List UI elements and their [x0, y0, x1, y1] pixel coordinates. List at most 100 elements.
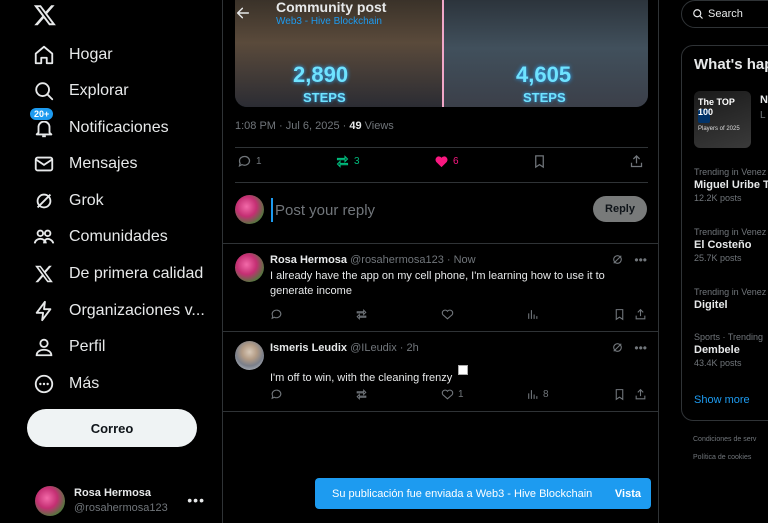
- divider: [223, 411, 659, 412]
- repost-icon: [356, 308, 367, 321]
- avatar[interactable]: [235, 341, 264, 370]
- left-navigation: Hogar Explorar 20+ Notificaciones Mensaj…: [0, 0, 222, 523]
- trend-item[interactable]: Trending in Venez Miguel Uribe T 12.2K p…: [694, 167, 768, 203]
- more-horizontal-icon[interactable]: •••: [634, 341, 647, 355]
- views-action[interactable]: 8: [526, 388, 549, 401]
- reply-author-name[interactable]: Rosa Hermosa: [270, 254, 347, 266]
- repost-action[interactable]: [355, 308, 368, 321]
- share-icon: [635, 308, 646, 320]
- repost-action[interactable]: [355, 388, 368, 401]
- nav-item-grok[interactable]: Grok: [33, 183, 104, 219]
- share-action[interactable]: [629, 154, 644, 169]
- account-switcher[interactable]: Rosa Hermosa @rosahermosa123 •••: [35, 484, 215, 518]
- bookmark-icon: [615, 309, 624, 321]
- nav-label: Hogar: [69, 46, 113, 63]
- like-action[interactable]: 1: [441, 388, 464, 401]
- footer-terms-link[interactable]: Condiciones de serv: [693, 436, 756, 443]
- nav-item-messages[interactable]: Mensajes: [33, 146, 137, 182]
- nav-item-profile[interactable]: Perfil: [33, 329, 105, 365]
- trends-title: What's hap: [694, 56, 768, 73]
- trend-item[interactable]: Trending in Venez Digitel: [694, 287, 768, 313]
- trend-count: 43.4K posts: [694, 358, 742, 368]
- like-count: 1: [458, 389, 464, 400]
- post-button[interactable]: Correo: [27, 409, 197, 447]
- share-action[interactable]: [634, 388, 647, 401]
- like-action[interactable]: [441, 308, 454, 321]
- trend-name: Miguel Uribe T: [694, 179, 768, 191]
- reply-item[interactable]: Rosa Hermosa @rosahermosa123 · Now ••• I…: [223, 244, 659, 331]
- promo-line: L: [760, 110, 766, 121]
- nav-item-premium[interactable]: De primera calidad: [33, 256, 203, 292]
- account-handle: @rosahermosa123: [74, 502, 168, 514]
- heart-icon: [441, 309, 454, 320]
- avatar[interactable]: [235, 253, 264, 282]
- reply-input[interactable]: [271, 198, 571, 222]
- trend-context: Trending in Venez: [694, 287, 767, 297]
- reply-button[interactable]: Reply: [593, 196, 647, 222]
- trend-name: El Costeño: [694, 239, 752, 251]
- account-name: Rosa Hermosa: [74, 487, 152, 499]
- trend-count: 12.2K posts: [694, 193, 742, 203]
- right-steps-value: 4,605: [516, 62, 572, 87]
- like-action[interactable]: 6: [434, 154, 459, 169]
- communities-icon: [33, 226, 55, 248]
- nav-label: Organizaciones v...: [69, 302, 205, 319]
- trend-item[interactable]: Sports · Trending Dembele 43.4K posts: [694, 332, 768, 368]
- x-logo-icon[interactable]: [33, 3, 57, 27]
- x-premium-icon: [33, 263, 55, 285]
- reply-composer: Reply: [235, 195, 648, 227]
- reply-action[interactable]: [270, 388, 283, 401]
- promo-image[interactable]: The TOP 100 Players of 2025: [694, 91, 751, 148]
- share-action[interactable]: [634, 308, 647, 321]
- top-bar: Community post Web3 - Hive Blockchain: [223, 0, 659, 32]
- post-actions: 1 3 6: [235, 154, 648, 176]
- nav-item-notifications[interactable]: 20+ Notificaciones: [29, 107, 169, 146]
- post-timestamp[interactable]: 1:08 PM · Jul 6, 2025 ·: [235, 120, 346, 132]
- grok-icon: [33, 190, 55, 212]
- share-icon: [630, 154, 643, 168]
- divider: [235, 147, 648, 148]
- search-bar[interactable]: [681, 0, 768, 28]
- views-action[interactable]: [526, 308, 539, 321]
- more-circle-icon: [33, 373, 55, 395]
- nav-item-explore[interactable]: Explorar: [33, 73, 129, 109]
- bookmark-action[interactable]: [613, 388, 626, 401]
- more-horizontal-icon[interactable]: •••: [187, 492, 205, 508]
- reply-item[interactable]: Ismeris Leudix @ILeudix · 2h ••• I'm off…: [223, 332, 659, 412]
- community-link[interactable]: Web3 - Hive Blockchain: [276, 16, 382, 27]
- toast-view-link[interactable]: Vista: [615, 488, 641, 500]
- reply-action[interactable]: [270, 308, 283, 321]
- reply-author-name[interactable]: Ismeris Leudix: [270, 342, 347, 354]
- grok-icon[interactable]: [611, 253, 624, 266]
- bookmark-action[interactable]: [613, 308, 626, 321]
- trend-item[interactable]: Trending in Venez El Costeño 25.7K posts: [694, 227, 768, 263]
- nav-item-communities[interactable]: Comunidades: [33, 219, 168, 255]
- trend-count: 25.7K posts: [694, 253, 742, 263]
- nav-item-home[interactable]: Hogar: [33, 37, 113, 73]
- reply-count: 1: [256, 156, 262, 167]
- mail-icon: [33, 153, 55, 175]
- trend-context: Trending in Venez: [694, 167, 767, 177]
- person-icon: [33, 336, 55, 358]
- grok-icon[interactable]: [611, 341, 624, 354]
- back-arrow-icon[interactable]: [235, 5, 251, 21]
- nav-item-more[interactable]: Más: [33, 366, 99, 402]
- bookmark-action[interactable]: [532, 154, 547, 169]
- reply-author-handle: @ILeudix · 2h: [350, 342, 419, 354]
- search-input[interactable]: [708, 8, 768, 20]
- nav-label: Grok: [69, 192, 104, 209]
- promo-name[interactable]: N: [760, 94, 768, 106]
- more-horizontal-icon[interactable]: •••: [634, 253, 647, 267]
- nav-item-organizations[interactable]: Organizaciones v...: [33, 293, 205, 329]
- show-more-link[interactable]: Show more: [694, 394, 750, 406]
- repost-action[interactable]: 3: [335, 154, 360, 169]
- footer-cookies-link[interactable]: Política de cookies: [693, 454, 751, 461]
- post-meta: 1:08 PM · Jul 6, 2025 · 49 Views: [235, 120, 394, 132]
- reply-action[interactable]: 1: [237, 154, 262, 169]
- toast-text: Su publicación fue enviada a Web3 - Hive…: [332, 487, 593, 500]
- promo-subtitle: Players of 2025: [698, 126, 740, 132]
- repost-count: 3: [354, 156, 360, 167]
- repost-icon: [336, 155, 349, 168]
- trends-panel: What's hap The TOP 100 Players of 2025 N…: [681, 45, 768, 421]
- reply-icon: [238, 155, 251, 168]
